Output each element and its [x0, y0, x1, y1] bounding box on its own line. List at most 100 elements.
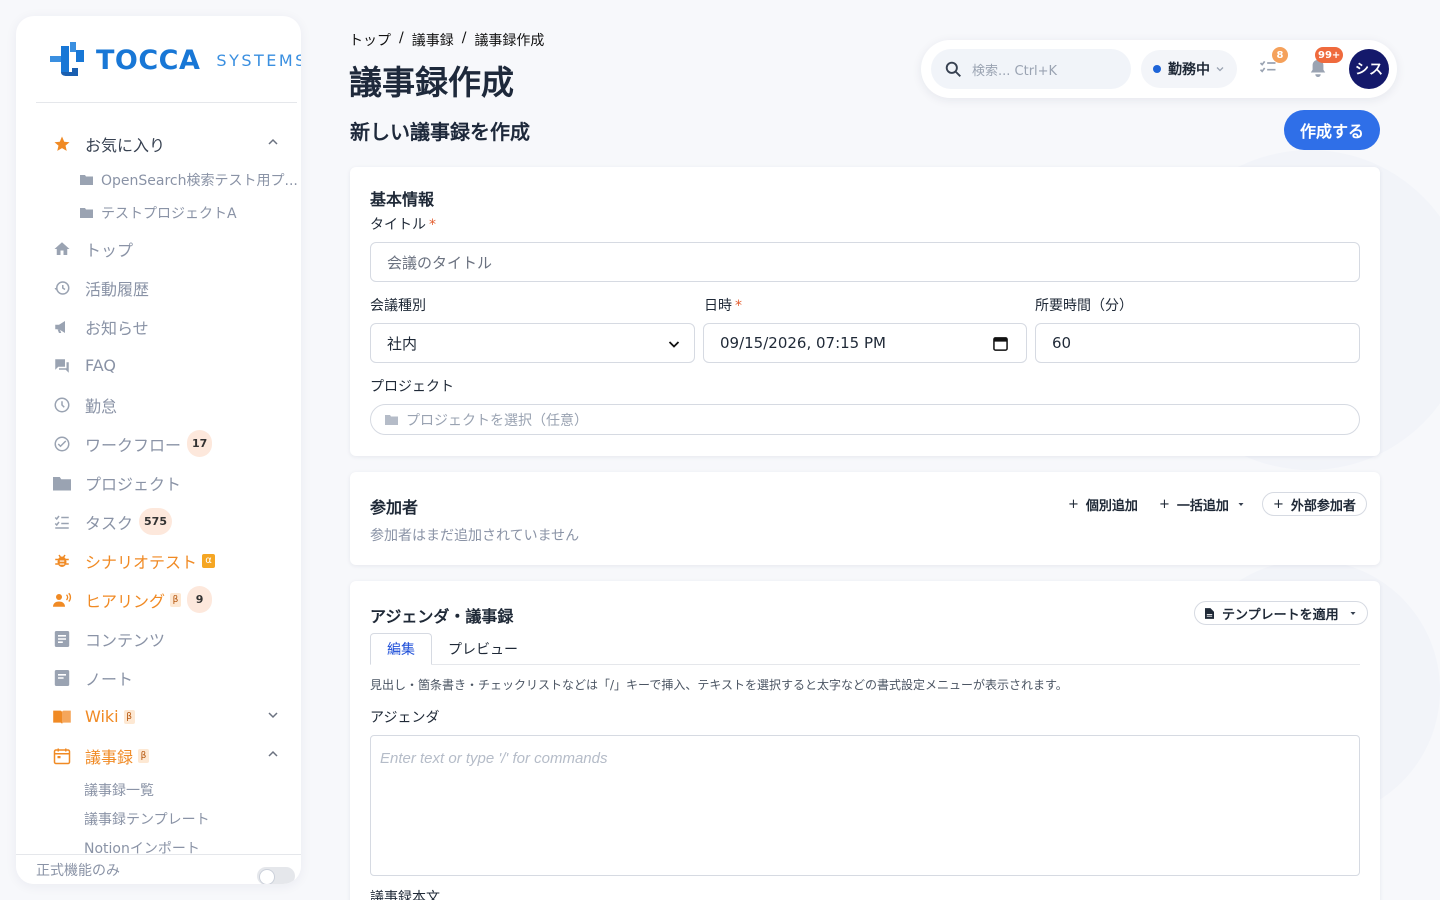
chevron-up-icon	[268, 138, 278, 145]
breadcrumb-minutes[interactable]: 議事録	[412, 30, 454, 50]
project-select[interactable]: プロジェクトを選択（任意）	[370, 404, 1360, 435]
sidebar-item-label: トップ	[85, 240, 134, 260]
calendar-icon	[52, 746, 72, 766]
brand-sub: SYSTEMS	[216, 50, 301, 70]
official-only-toggle[interactable]	[257, 867, 295, 884]
apply-template-button[interactable]: テンプレートを適用	[1194, 601, 1368, 625]
required-mark: *	[429, 217, 436, 233]
title-placeholder: 会議のタイトル	[387, 253, 493, 272]
agenda-title: アジェンダ・議事録	[370, 607, 514, 626]
workflow-count-badge: 17	[187, 430, 213, 457]
sidebar-item-label: ワークフロー	[85, 435, 182, 455]
sidebar-subitem-minutes-list[interactable]: 議事録一覧	[16, 775, 301, 804]
duration-label: 所要時間（分）	[1035, 298, 1133, 314]
brand-logo[interactable]: TOCCA SYSTEMS	[48, 42, 301, 78]
add-external-label: 外部参加者	[1290, 498, 1356, 514]
basic-info-title: 基本情報	[370, 190, 435, 209]
sidebar-item-news[interactable]: お知らせ	[16, 307, 301, 346]
create-button[interactable]: 作成する	[1284, 110, 1380, 150]
sidebar-item-top[interactable]: トップ	[16, 229, 301, 268]
folder-icon	[52, 473, 72, 493]
sidebar-item-note[interactable]: ノート	[16, 658, 301, 697]
bug-icon	[52, 551, 72, 571]
meeting-type-value: 社内	[387, 334, 418, 353]
work-status-dropdown[interactable]: 勤務中	[1141, 50, 1237, 88]
sidebar: TOCCA SYSTEMS お気に入り OpenSearch検索テスト用プ...…	[16, 16, 301, 884]
sidebar-item-label: 勤怠	[85, 396, 118, 416]
breadcrumb-separator: /	[399, 30, 404, 46]
search-placeholder: 検索... Ctrl+K	[972, 63, 1058, 79]
sidebar-item-favorites[interactable]: お気に入り	[16, 124, 301, 163]
add-external-button[interactable]: + 外部参加者	[1262, 492, 1367, 516]
task-count-badge: 575	[139, 508, 172, 535]
apply-template-label: テンプレートを適用	[1222, 607, 1339, 623]
datetime-label: 日時 *	[704, 295, 742, 315]
tasks-button[interactable]: 8	[1258, 47, 1288, 80]
sidebar-item-task[interactable]: タスク 575	[16, 502, 301, 541]
breadcrumb-top[interactable]: トップ	[349, 30, 391, 50]
beta-tag: β	[170, 592, 182, 607]
add-individual-label: 個別追加	[1085, 498, 1138, 514]
datetime-input[interactable]: 09/15/2026, 07:15 PM	[703, 323, 1027, 363]
favorite-label: テストプロジェクトA	[101, 205, 237, 222]
avatar[interactable]: シス	[1349, 49, 1389, 89]
sidebar-item-wiki[interactable]: Wiki β	[16, 697, 301, 736]
sidebar-item-history[interactable]: 活動履歴	[16, 268, 301, 307]
sidebar-item-project[interactable]: プロジェクト	[16, 463, 301, 502]
megaphone-icon	[52, 317, 72, 337]
sidebar-item-faq[interactable]: FAQ	[16, 346, 301, 385]
project-placeholder: プロジェクトを選択（任意）	[406, 412, 588, 429]
sidebar-item-hearing[interactable]: ヒアリング β 9	[16, 580, 301, 619]
sidebar-item-label: Wiki	[85, 707, 119, 726]
sidebar-item-workflow[interactable]: ワークフロー 17	[16, 424, 301, 463]
top-bar: 検索... Ctrl+K 勤務中 8 99+ シス	[921, 40, 1397, 98]
datetime-value: 09/15/2026, 07:15 PM	[720, 334, 886, 352]
basic-info-card: 基本情報 タイトル * 会議のタイトル 会議種別 社内 日時 * 09/15/202…	[350, 167, 1380, 456]
chat-icon	[52, 356, 72, 376]
plus-icon: +	[1159, 496, 1170, 512]
title-label-text: タイトル	[370, 217, 426, 233]
favorite-item[interactable]: OpenSearch検索テスト用プ...	[16, 163, 301, 196]
sidebar-subitem-minutes-template[interactable]: 議事録テンプレート	[16, 804, 301, 833]
editor-placeholder: Enter text or type '/' for commands	[380, 750, 608, 767]
meeting-type-select[interactable]: 社内	[370, 323, 695, 363]
sidebar-item-scenario-test[interactable]: シナリオテスト α	[16, 541, 301, 580]
chevron-down-icon	[268, 712, 278, 719]
editor-hint: 見出し・箇条書き・チェックリストなどは「/」キーで挿入、テキストを選択すると太字…	[370, 678, 1068, 692]
tab-edit[interactable]: 編集	[370, 633, 432, 665]
status-dot-icon	[1153, 65, 1161, 73]
book-icon	[52, 707, 72, 727]
title-input[interactable]: 会議のタイトル	[370, 242, 1360, 282]
plus-icon: +	[1068, 496, 1079, 512]
sidebar-item-label: ヒアリング	[85, 591, 166, 611]
sidebar-item-minutes[interactable]: 議事録 β	[16, 736, 301, 775]
chevron-down-icon	[1216, 67, 1224, 72]
document-icon	[1205, 607, 1214, 619]
section-title: 新しい議事録を作成	[350, 120, 530, 144]
chevron-up-icon	[268, 750, 278, 757]
required-mark: *	[735, 298, 742, 314]
agenda-editor[interactable]: Enter text or type '/' for commands	[370, 735, 1360, 876]
breadcrumb-separator: /	[461, 30, 467, 46]
tab-preview[interactable]: プレビュー	[440, 633, 526, 665]
beta-tag: β	[138, 748, 150, 763]
search-input[interactable]: 検索... Ctrl+K	[931, 49, 1131, 89]
add-individual-button[interactable]: + 個別追加	[1058, 492, 1148, 516]
folder-icon	[80, 174, 93, 185]
clock-icon	[52, 395, 72, 415]
duration-input[interactable]: 60	[1035, 323, 1360, 363]
participants-empty-text: 参加者はまだ追加されていません	[370, 528, 580, 544]
sidebar-item-label: お知らせ	[85, 318, 149, 338]
sidebar-item-contents[interactable]: コンテンツ	[16, 619, 301, 658]
folder-icon	[80, 207, 93, 218]
sidebar-item-label: お気に入り	[85, 135, 166, 155]
notifications-button[interactable]: 99+	[1309, 47, 1344, 80]
minutes-body-label: 議事録本文	[370, 890, 440, 900]
add-bulk-button[interactable]: + 一括追加	[1149, 492, 1255, 516]
sidebar-nav: お気に入り OpenSearch検索テスト用プ... テストプロジェクトA トッ…	[16, 124, 301, 862]
favorite-item[interactable]: テストプロジェクトA	[16, 196, 301, 229]
sidebar-item-attendance[interactable]: 勤怠	[16, 385, 301, 424]
history-icon	[52, 278, 72, 298]
sidebar-item-label: 活動履歴	[85, 279, 150, 299]
official-only-label: 正式機能のみ	[36, 862, 120, 879]
